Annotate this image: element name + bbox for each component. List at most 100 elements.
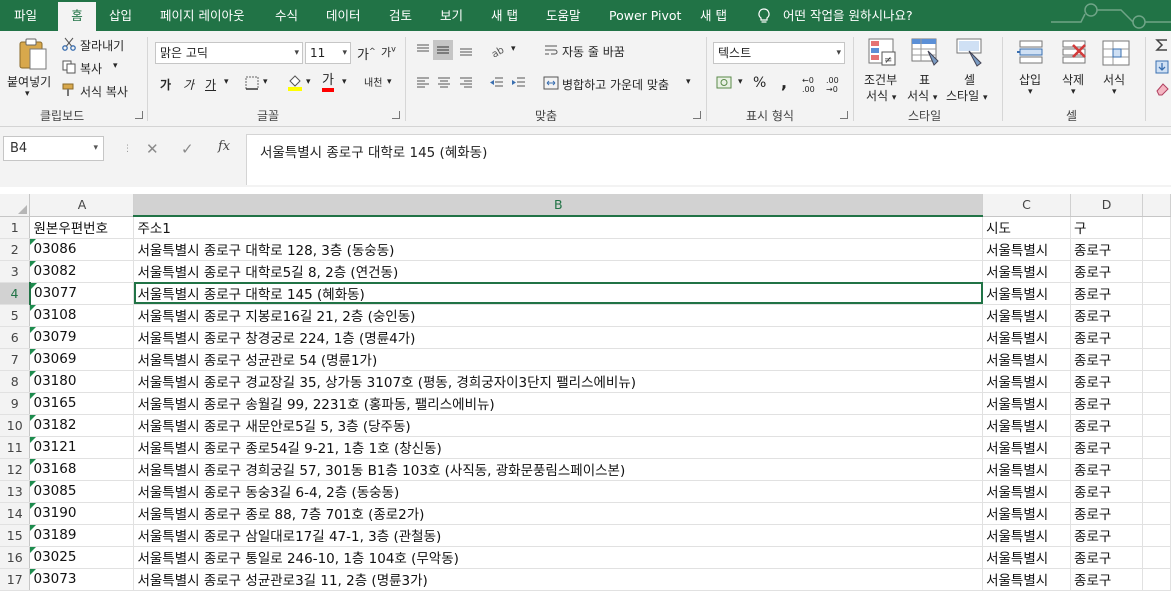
decrease-decimal-button[interactable]: .00 →0 (826, 76, 846, 94)
cell-c[interactable]: 서울특별시 (982, 568, 1072, 591)
cell-a[interactable]: 03168 (29, 458, 135, 481)
format-as-table-button-line2[interactable]: 서식 ▾ (907, 87, 937, 104)
cell-d[interactable]: 구 (1070, 216, 1143, 239)
chevron-down-icon[interactable]: ▾ (306, 77, 311, 87)
chevron-down-icon[interactable]: ▾ (224, 77, 229, 87)
cell-d[interactable]: 종로구 (1070, 458, 1143, 481)
cell-e[interactable] (1142, 370, 1171, 393)
row-header[interactable]: 1 (0, 216, 31, 239)
tab-insert[interactable]: 삽입 (109, 0, 132, 31)
cell-a[interactable]: 원본우편번호 (29, 216, 135, 239)
cell-e[interactable] (1142, 392, 1171, 415)
cell-c[interactable]: 서울특별시 (982, 414, 1072, 437)
column-header-c[interactable]: C (982, 194, 1072, 217)
align-top-icon[interactable] (415, 43, 431, 57)
row-header[interactable]: 10 (0, 414, 31, 437)
cell-d[interactable]: 종로구 (1070, 546, 1143, 569)
increase-decimal-button[interactable]: ←0 .00 (802, 76, 822, 94)
column-header-e[interactable] (1142, 194, 1171, 217)
cell-e[interactable] (1142, 568, 1171, 591)
autosum-icon[interactable] (1154, 38, 1170, 52)
tab-power-pivot[interactable]: Power Pivot (609, 0, 681, 31)
row-header[interactable]: 16 (0, 546, 31, 569)
orientation-icon[interactable]: ab (490, 43, 508, 57)
percent-button[interactable]: % (753, 75, 766, 91)
cell-d[interactable]: 종로구 (1070, 568, 1143, 591)
font-launcher-icon[interactable] (392, 111, 400, 119)
increase-indent-icon[interactable] (511, 76, 527, 90)
tab-file[interactable]: 파일 (14, 0, 37, 31)
cell-c[interactable]: 서울특별시 (982, 260, 1072, 283)
cell-c[interactable]: 서울특별시 (982, 238, 1072, 261)
fill-color-icon[interactable] (287, 73, 303, 91)
cell-a[interactable]: 03108 (29, 304, 135, 327)
cell-e[interactable] (1142, 260, 1171, 283)
copy-button[interactable]: 복사 (80, 60, 102, 77)
align-center-icon[interactable] (436, 76, 452, 90)
bold-button[interactable]: 가 (160, 76, 171, 93)
cell-b[interactable]: 서울특별시 종로구 통일로 246-10, 1층 104호 (무악동) (133, 546, 984, 569)
select-all-corner[interactable] (0, 194, 31, 217)
cell-c[interactable]: 서울특별시 (982, 502, 1072, 525)
cell-c[interactable]: 서울특별시 (982, 392, 1072, 415)
chevron-down-icon[interactable]: ▾ (738, 77, 743, 87)
cell-a[interactable]: 03079 (29, 326, 135, 349)
formula-input[interactable]: 서울특별시 종로구 대학로 145 (혜화동) (246, 134, 1171, 185)
cell-c[interactable]: 서울특별시 (982, 458, 1072, 481)
cell-b[interactable]: 서울특별시 종로구 대학로5길 8, 2층 (연건동) (133, 260, 984, 283)
cell-a[interactable]: 03077 (29, 282, 135, 305)
cell-c[interactable]: 서울특별시 (982, 282, 1072, 305)
cell-c[interactable]: 서울특별시 (982, 480, 1072, 503)
chevron-down-icon[interactable]: ▾ (686, 77, 691, 87)
insert-cells-icon[interactable] (1016, 39, 1046, 67)
cell-a[interactable]: 03190 (29, 502, 135, 525)
decrease-indent-icon[interactable] (489, 76, 505, 90)
cell-styles-button-line2[interactable]: 스타일 ▾ (946, 87, 987, 104)
tab-view[interactable]: 보기 (440, 0, 463, 31)
align-right-icon[interactable] (458, 76, 474, 90)
cell-d[interactable]: 종로구 (1070, 370, 1143, 393)
font-size-dropdown[interactable]: 11 ▾ (305, 42, 351, 64)
format-painter-button[interactable]: 서식 복사 (80, 83, 128, 100)
row-header[interactable]: 12 (0, 458, 31, 481)
cell-b[interactable]: 서울특별시 종로구 종로 88, 7층 701호 (종로2가) (133, 502, 984, 525)
number-launcher-icon[interactable] (840, 111, 848, 119)
number-format-dropdown[interactable]: 텍스트 ▾ (713, 42, 845, 64)
row-header[interactable]: 9 (0, 392, 31, 415)
format-as-table-icon[interactable] (910, 37, 940, 67)
wrap-text-button[interactable]: 자동 줄 바꿈 (562, 43, 625, 60)
cell-e[interactable] (1142, 348, 1171, 371)
chevron-down-icon[interactable]: ▾ (511, 44, 516, 54)
chevron-down-icon[interactable]: ▾ (25, 89, 30, 99)
cell-b[interactable]: 서울특별시 종로구 창경궁로 224, 1층 (명륜4가) (133, 326, 984, 349)
enter-check-icon[interactable]: ✓ (181, 140, 194, 158)
cell-a[interactable]: 03082 (29, 260, 135, 283)
paste-button[interactable]: 붙여넣기 (7, 73, 51, 90)
cell-b[interactable]: 서울특별시 종로구 성균관로3길 11, 2층 (명륜3가) (133, 568, 984, 591)
name-box[interactable]: B4 ▾ (3, 136, 104, 161)
row-header[interactable]: 17 (0, 568, 31, 591)
cell-d[interactable]: 종로구 (1070, 480, 1143, 503)
conditional-formatting-button[interactable]: 조건부 (864, 71, 897, 88)
copy-icon[interactable] (62, 60, 76, 74)
cell-e[interactable] (1142, 546, 1171, 569)
cell-a[interactable]: 03189 (29, 524, 135, 547)
format-as-table-button[interactable]: 표 (919, 71, 930, 88)
cell-e[interactable] (1142, 436, 1171, 459)
cell-b[interactable]: 서울특별시 종로구 대학로 128, 3층 (동숭동) (133, 238, 984, 261)
paste-icon[interactable] (17, 37, 49, 71)
cell-d[interactable]: 종로구 (1070, 524, 1143, 547)
row-header[interactable]: 8 (0, 370, 31, 393)
cell-e[interactable] (1142, 458, 1171, 481)
chevron-down-icon[interactable]: ▾ (263, 77, 268, 87)
cell-b[interactable]: 서울특별시 종로구 경희궁길 57, 301동 B1층 103호 (사직동, 광… (133, 458, 984, 481)
tab-new-tab[interactable]: 새 탭 (491, 0, 518, 31)
shrink-font-button[interactable]: 가v (381, 44, 396, 60)
cell-b[interactable]: 서울특별시 종로구 성균관로 54 (명륜1가) (133, 348, 984, 371)
cell-e[interactable] (1142, 524, 1171, 547)
tab-review[interactable]: 검토 (389, 0, 412, 31)
column-header-a[interactable]: A (29, 194, 135, 217)
active-cell-b[interactable]: 서울특별시 종로구 대학로 145 (혜화동) (133, 282, 984, 305)
row-header[interactable]: 3 (0, 260, 31, 283)
chevron-down-icon[interactable]: ▾ (1028, 87, 1033, 97)
